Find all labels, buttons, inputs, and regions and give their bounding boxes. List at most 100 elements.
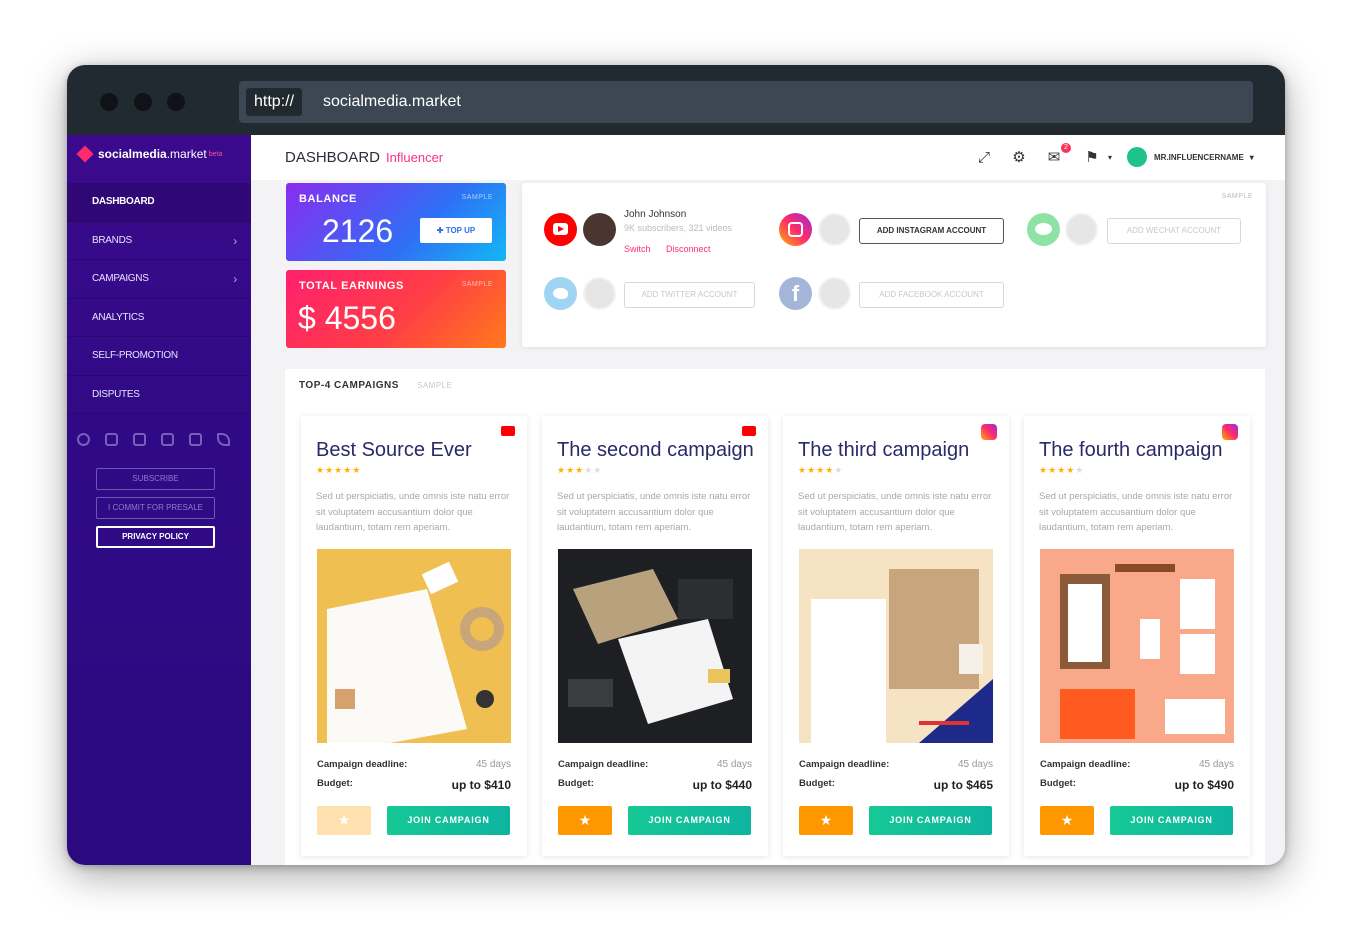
youtube-account-stats: 9K subscribers, 321 videos	[624, 223, 733, 233]
balance-card: BALANCE SAMPLE 2126 ✚ TOP UP	[286, 183, 506, 261]
budget-value: up to $440	[692, 778, 752, 792]
medium-icon[interactable]	[77, 433, 90, 446]
favorite-button[interactable]: ★	[1040, 806, 1094, 835]
chevron-down-icon: ▾	[1249, 152, 1254, 162]
telegram-icon[interactable]	[217, 433, 230, 446]
app-logo[interactable]: socialmedia .market beta	[76, 145, 223, 163]
twitter-icon	[544, 277, 577, 310]
rating-stars: ★★★★★	[798, 465, 844, 475]
user-placeholder-icon	[818, 213, 851, 246]
favorite-button[interactable]: ★	[799, 806, 853, 835]
campaign-description: Sed ut perspiciatis, unde omnis iste nat…	[798, 491, 992, 533]
wechat-icon	[1027, 213, 1060, 246]
deadline-value: 45 days	[1198, 759, 1234, 770]
budget-label: Budget:	[558, 778, 594, 789]
rating-stars: ★★★★★	[1039, 465, 1085, 475]
add-twitter-button[interactable]: ADD TWITTER ACCOUNT	[624, 282, 755, 308]
user-menu[interactable]: MR.INFLUENCERNAME ▾	[1127, 147, 1254, 167]
vk-icon[interactable]	[189, 433, 202, 446]
favorite-button[interactable]: ★	[317, 806, 371, 835]
youtube-icon[interactable]	[105, 433, 118, 446]
top-campaigns-section: TOP-4 CAMPAIGNS SAMPLE Best Source Ever …	[285, 369, 1265, 865]
logo-brand: socialmedia	[98, 147, 167, 161]
sidebar-item-label: ANALYTICS	[92, 311, 145, 323]
sidebar-item-campaigns[interactable]: CAMPAIGNS ›	[67, 260, 251, 299]
join-campaign-button[interactable]: JOIN CAMPAIGN	[387, 806, 510, 835]
sidebar-item-label: BRANDS	[92, 234, 132, 246]
rating-stars: ★★★★★	[557, 465, 603, 475]
fullscreen-icon[interactable]: ⤢	[975, 149, 993, 167]
deadline-label: Campaign deadline:	[1040, 759, 1131, 770]
campaign-description: Sed ut perspiciatis, unde omnis iste nat…	[557, 491, 751, 533]
section-title: TOP-4 CAMPAIGNS	[299, 380, 399, 391]
campaign-image	[799, 549, 993, 743]
campaign-title[interactable]: The fourth campaign	[1039, 439, 1222, 462]
sidebar-item-disputes[interactable]: DISPUTES	[67, 376, 251, 414]
beta-badge: beta	[208, 150, 223, 158]
add-facebook-button[interactable]: ADD FACEBOOK ACCOUNT	[859, 282, 1004, 308]
address-bar[interactable]: http:// socialmedia.market	[239, 81, 1253, 123]
campaign-description: Sed ut perspiciatis, unde omnis iste nat…	[316, 491, 510, 533]
sidebar-nav: DASHBOARD BRANDS › CAMPAIGNS › ANALYTICS S…	[67, 183, 251, 414]
gmail-icon[interactable]	[133, 433, 146, 446]
join-campaign-button[interactable]: JOIN CAMPAIGN	[869, 806, 992, 835]
chevron-down-icon[interactable]: ▾	[1101, 149, 1119, 167]
sidebar-item-dashboard[interactable]: DASHBOARD	[67, 183, 251, 222]
budget-label: Budget:	[317, 778, 353, 789]
browser-titlebar: http:// socialmedia.market	[67, 65, 1285, 135]
privacy-policy-button[interactable]: PRIVACY POLICY	[96, 526, 215, 548]
earnings-label: TOTAL EARNINGS	[299, 280, 404, 292]
add-wechat-button[interactable]: ADD WECHAT ACCOUNT	[1107, 218, 1241, 244]
deadline-value: 45 days	[475, 759, 511, 770]
balance-value: 2126	[322, 213, 394, 249]
user-placeholder-icon	[818, 277, 851, 310]
sidebar: socialmedia .market beta DASHBOARD BRANDS ›…	[67, 135, 251, 865]
earnings-value: $ 4556	[298, 300, 396, 336]
deadline-value: 45 days	[716, 759, 752, 770]
disconnect-account-link[interactable]: Disconnect	[666, 244, 711, 254]
mail-icon[interactable]: ✉	[1045, 149, 1063, 167]
top-up-button[interactable]: ✚ TOP UP	[420, 218, 492, 243]
switch-account-link[interactable]: Switch	[624, 244, 651, 254]
url-text[interactable]: socialmedia.market	[323, 81, 461, 123]
campaign-image	[1040, 549, 1234, 743]
page-subtitle: Influencer	[386, 150, 444, 165]
flag-icon[interactable]: ⚑	[1083, 149, 1101, 167]
campaign-card: Best Source Ever ★★★★★ Sed ut perspiciat…	[301, 416, 527, 856]
sample-tag: SAMPLE	[461, 281, 493, 288]
balance-label: BALANCE	[299, 193, 357, 205]
window-minimize-dot[interactable]	[134, 93, 152, 111]
favorite-button[interactable]: ★	[558, 806, 612, 835]
presale-button[interactable]: I COMMIT FOR PRESALE	[96, 497, 215, 519]
campaign-title[interactable]: The third campaign	[798, 439, 969, 462]
add-instagram-button[interactable]: ADD INSTAGRAM ACCOUNT	[859, 218, 1004, 244]
sidebar-item-label: CAMPAIGNS	[92, 273, 149, 284]
join-campaign-button[interactable]: JOIN CAMPAIGN	[628, 806, 751, 835]
window-close-dot[interactable]	[100, 93, 118, 111]
instagram-icon[interactable]	[161, 433, 174, 446]
page-title: DASHBOARD Influencer	[285, 149, 443, 166]
join-campaign-button[interactable]: JOIN CAMPAIGN	[1110, 806, 1233, 835]
budget-value: up to $410	[451, 778, 511, 792]
browser-window: http:// socialmedia.market socialmedia .m…	[67, 65, 1285, 865]
main-content: DASHBOARD Influencer ⤢ ⚙ ✉ 2 ⚑ ▾ MR.INFLU…	[251, 135, 1285, 865]
sidebar-item-self-promotion[interactable]: SELF-PROMOTION	[67, 337, 251, 376]
sidebar-item-label: SELF-PROMOTION	[92, 350, 178, 361]
youtube-icon	[742, 426, 756, 436]
avatar	[583, 213, 616, 246]
sample-tag: SAMPLE	[461, 194, 493, 201]
sample-tag: SAMPLE	[417, 381, 453, 390]
subscribe-button[interactable]: SUBSCRIBE	[96, 468, 215, 490]
sidebar-item-brands[interactable]: BRANDS ›	[67, 222, 251, 260]
sidebar-item-analytics[interactable]: ANALYTICS	[67, 299, 251, 337]
avatar	[1127, 147, 1147, 167]
campaign-title[interactable]: Best Source Ever	[316, 439, 472, 462]
gear-icon[interactable]: ⚙	[1010, 149, 1028, 167]
user-placeholder-icon	[1065, 213, 1098, 246]
campaign-card: The second campaign ★★★★★ Sed ut perspic…	[542, 416, 768, 856]
window-maximize-dot[interactable]	[167, 93, 185, 111]
campaign-title[interactable]: The second campaign	[557, 439, 754, 462]
campaign-image	[317, 549, 511, 743]
social-accounts-panel: SAMPLE John Johnson 9K subscribers, 321 …	[522, 183, 1266, 347]
sample-tag: SAMPLE	[1221, 193, 1253, 200]
